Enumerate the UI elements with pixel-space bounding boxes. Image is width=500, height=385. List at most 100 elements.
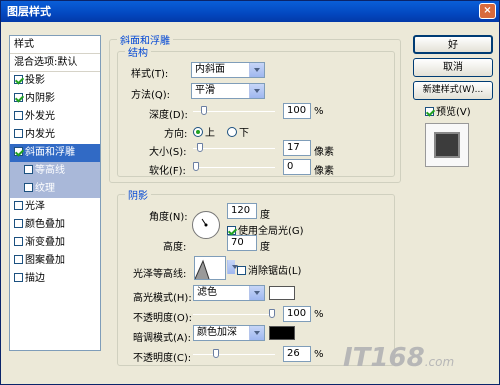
style-item-label: 等高线 xyxy=(35,165,65,176)
highlight-opacity-thumb[interactable] xyxy=(269,309,275,318)
size-input[interactable]: 17 xyxy=(283,140,311,156)
checkbox-empty-icon[interactable] xyxy=(14,129,23,138)
chevron-down-icon xyxy=(249,286,264,300)
style-item[interactable]: 颜色叠加 xyxy=(10,216,100,234)
checkbox-checked-icon[interactable] xyxy=(14,147,23,156)
style-list-header[interactable]: 样式 xyxy=(10,36,100,54)
angle-dial[interactable] xyxy=(192,211,220,239)
size-unit: 像素 xyxy=(314,147,334,158)
style-item[interactable]: 描边 xyxy=(10,270,100,288)
shadow-opacity-label: 不透明度(C): xyxy=(133,353,192,364)
soften-slider-track[interactable] xyxy=(193,167,275,168)
style-item-label: 纹理 xyxy=(35,183,55,194)
watermark-suffix: .com xyxy=(424,355,455,369)
method-select[interactable]: 平滑 xyxy=(191,83,265,99)
altitude-label: 高度: xyxy=(163,242,187,253)
style-item[interactable]: 等高线 xyxy=(10,162,100,180)
highlight-opacity-track[interactable] xyxy=(193,314,275,315)
depth-input[interactable]: 100 xyxy=(283,103,311,119)
size-slider-track[interactable] xyxy=(193,148,275,149)
style-list: 样式 混合选项:默认 投影内阴影外发光内发光 斜面和浮雕等高线纹理光泽颜色叠加渐变… xyxy=(9,35,101,351)
blend-options-item[interactable]: 混合选项:默认 xyxy=(10,54,100,72)
depth-label: 深度(D): xyxy=(149,110,188,121)
close-icon[interactable]: × xyxy=(479,3,496,19)
shadow-opacity-thumb[interactable] xyxy=(212,349,219,358)
style-label: 样式(T): xyxy=(131,69,169,80)
structure-title: 结构 xyxy=(125,44,151,59)
watermark-text: IT168 xyxy=(343,343,425,373)
preview-checkbox[interactable]: 预览(V) xyxy=(425,103,471,118)
highlight-mode-select[interactable]: 滤色 xyxy=(193,285,265,301)
checkbox-checked-icon[interactable] xyxy=(14,93,23,102)
checkbox-empty-icon[interactable] xyxy=(24,165,33,174)
highlight-opacity-unit: % xyxy=(314,309,324,320)
shadow-mode-label: 暗调模式(A): xyxy=(133,333,192,344)
antialias-checkbox[interactable]: 消除锯齿(L) xyxy=(237,262,301,277)
style-select[interactable]: 内斜面 xyxy=(191,62,265,78)
angle-input[interactable]: 120 xyxy=(227,203,257,219)
layer-style-dialog: 图层样式 × 样式 混合选项:默认 投影内阴影外发光内发光 斜面和浮雕等高线纹理光… xyxy=(0,0,500,385)
new-style-button[interactable]: 新建样式(W)... xyxy=(413,81,493,100)
style-item[interactable]: 内发光 xyxy=(10,126,100,144)
contour-chevron-icon[interactable] xyxy=(227,260,238,274)
checkbox-empty-icon[interactable] xyxy=(14,111,23,120)
style-item[interactable]: 内阴影 xyxy=(10,90,100,108)
altitude-input[interactable]: 70 xyxy=(227,235,257,251)
style-item-label: 颜色叠加 xyxy=(25,219,65,230)
direction-up-radio[interactable]: 上 xyxy=(193,124,215,139)
depth-slider-thumb[interactable] xyxy=(200,106,207,115)
radio-selected-icon xyxy=(193,127,203,137)
direction-down-radio[interactable]: 下 xyxy=(227,124,249,139)
shadow-mode-select[interactable]: 颜色加深 xyxy=(193,325,265,341)
checkbox-empty-icon[interactable] xyxy=(14,237,23,246)
watermark-logo: IT168.com xyxy=(343,343,454,373)
style-item[interactable]: 渐变叠加 xyxy=(10,234,100,252)
shadow-mode-value: 颜色加深 xyxy=(197,327,237,338)
style-item-label: 内阴影 xyxy=(25,93,55,104)
style-item-label: 外发光 xyxy=(25,111,55,122)
checkbox-empty-icon[interactable] xyxy=(14,219,23,228)
checkbox-empty-icon[interactable] xyxy=(14,255,23,264)
preview-label: 预览(V) xyxy=(436,107,471,118)
soften-label: 软化(F): xyxy=(149,166,186,177)
shadow-opacity-unit: % xyxy=(314,349,324,360)
style-item[interactable]: 投影 xyxy=(10,72,100,90)
angle-unit: 度 xyxy=(260,210,270,221)
checkbox-checked-icon[interactable] xyxy=(14,75,23,84)
style-item-label: 图案叠加 xyxy=(25,255,65,266)
checkbox-empty-icon[interactable] xyxy=(24,183,33,192)
contour-curve-icon xyxy=(194,259,210,280)
style-item-label: 渐变叠加 xyxy=(25,237,65,248)
highlight-color-swatch[interactable] xyxy=(269,286,295,300)
style-preview-thumbnail xyxy=(425,123,469,167)
cancel-button[interactable]: 取消 xyxy=(413,58,493,77)
style-item-label: 光泽 xyxy=(25,201,45,212)
chevron-down-icon xyxy=(249,84,264,98)
ok-button[interactable]: 好 xyxy=(413,35,493,54)
soften-slider-thumb[interactable] xyxy=(193,162,199,171)
dialog-title: 图层样式 xyxy=(7,5,51,18)
shadow-opacity-input[interactable]: 26 xyxy=(283,346,311,362)
direction-label: 方向: xyxy=(164,129,188,140)
checkbox-checked-icon xyxy=(425,107,434,116)
method-label: 方法(Q): xyxy=(131,90,171,101)
angle-label: 角度(N): xyxy=(149,212,188,223)
shadow-opacity-track[interactable] xyxy=(193,354,275,355)
method-select-value: 平滑 xyxy=(195,85,215,96)
style-item[interactable]: 光泽 xyxy=(10,198,100,216)
size-slider-thumb[interactable] xyxy=(196,143,203,152)
direction-up-label: 上 xyxy=(205,128,215,139)
style-item[interactable]: 纹理 xyxy=(10,180,100,198)
style-item[interactable]: 图案叠加 xyxy=(10,252,100,270)
highlight-opacity-input[interactable]: 100 xyxy=(283,306,311,322)
style-item-label: 投影 xyxy=(25,75,45,86)
shading-title: 阴影 xyxy=(125,187,151,202)
shadow-color-swatch[interactable] xyxy=(269,326,295,340)
soften-input[interactable]: 0 xyxy=(283,159,311,175)
style-item[interactable]: 斜面和浮雕 xyxy=(10,144,100,162)
checkbox-empty-icon[interactable] xyxy=(14,201,23,210)
checkbox-empty-icon[interactable] xyxy=(14,273,23,282)
checkbox-checked-icon xyxy=(227,226,236,235)
gloss-contour-picker[interactable] xyxy=(194,256,226,280)
style-item[interactable]: 外发光 xyxy=(10,108,100,126)
